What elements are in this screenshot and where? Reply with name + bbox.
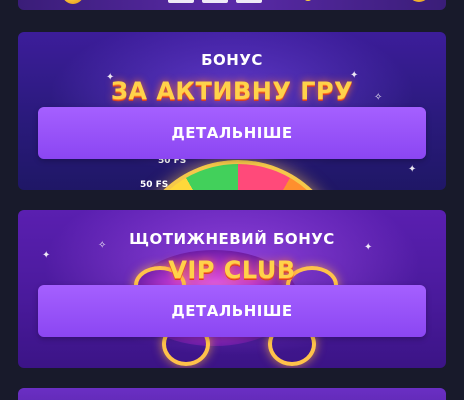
promotions-page: 50 FS 50 FS ✦ ✦ ✧ ✦ БОНУС ЗА АКТИВНУ ГРУ… <box>0 0 464 400</box>
promo-card-active-play: 50 FS 50 FS ✦ ✦ ✧ ✦ БОНУС ЗА АКТИВНУ ГРУ… <box>18 32 446 190</box>
promo-headline: VIP CLUB <box>168 256 296 284</box>
promo-card-next <box>18 388 446 400</box>
sparkle-icon: ✦ <box>408 164 417 175</box>
coin-icon <box>408 0 430 2</box>
wheel-segment-label: 50 FS <box>140 180 169 190</box>
details-button[interactable]: ДЕТАЛЬНІШЕ <box>38 107 426 159</box>
coin-icon <box>62 0 84 4</box>
promo-subtitle: БОНУС <box>201 51 263 69</box>
details-button[interactable]: ДЕТАЛЬНІШЕ <box>38 285 426 337</box>
promo-subtitle: ЩОТИЖНЕВИЙ БОНУС <box>129 230 335 248</box>
promo-card-previous <box>18 0 446 10</box>
promo-card-vip-club: ✦ ✧ ✦ ✧ ЩОТИЖНЕВИЙ БОНУС VIP CLUB ДЕТАЛЬ… <box>18 210 446 368</box>
promo-headline: ЗА АКТИВНУ ГРУ <box>110 77 354 105</box>
